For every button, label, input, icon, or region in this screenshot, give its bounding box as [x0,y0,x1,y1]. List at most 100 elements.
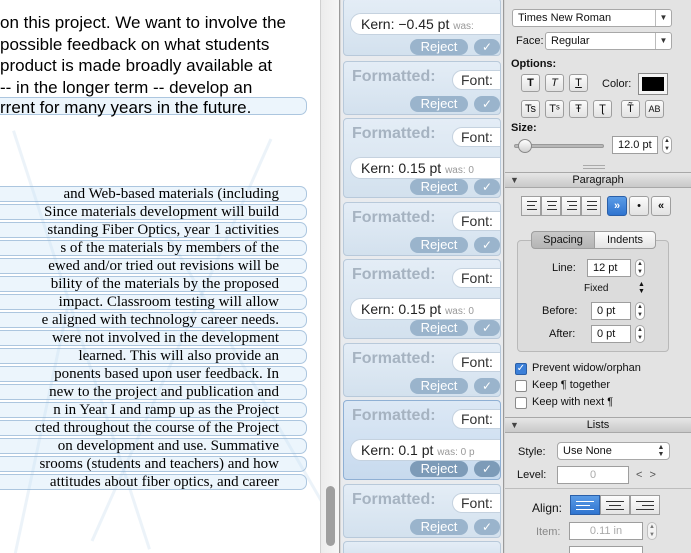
superscript-button[interactable]: Tˢ [545,100,564,118]
item-field[interactable]: 0.11 in [569,522,643,540]
list-align-right-button[interactable] [630,495,660,515]
before-field[interactable]: 0 pt [591,302,631,320]
paragraph-header-label: Paragraph [572,174,624,186]
keep-together-checkbox[interactable] [515,380,527,392]
italic-button[interactable]: T [545,74,564,92]
face-popup[interactable]: Regular ▼ [545,32,672,50]
changes-pane[interactable]: Kern: −0.45 pt was: Reject ✓ Formatted: … [341,0,504,553]
subscript-button[interactable]: Ts [521,100,540,118]
keep-together-label: Keep ¶ together [532,379,611,391]
reject-button[interactable]: Reject [410,320,468,336]
prevent-widow-checkbox[interactable]: ✓ [515,363,527,375]
change-block[interactable]: Kern: −0.45 pt was: Reject ✓ [343,0,501,56]
underline-button[interactable]: T [569,74,588,92]
align-right-button[interactable] [561,196,581,216]
align-center-button[interactable] [541,196,561,216]
color-swatch [642,77,664,91]
direction-natural-button[interactable]: • [629,196,649,216]
keep-with-next-checkbox[interactable] [515,397,527,409]
size-label: Size: [511,122,537,134]
item-stepper[interactable]: ▲ ▼ [647,522,657,540]
accept-button[interactable]: ✓ [474,378,500,394]
doc-line: ewed and/or tried out revisions will be [48,258,279,274]
next-field[interactable] [569,546,643,553]
font-family-popup[interactable]: Times New Roman ▼ [512,9,672,27]
change-block[interactable]: Formatted: Font: Kern: 0.15 pt was: 0 Re… [343,118,501,198]
before-label: Before: [542,305,578,317]
formatted-label: Formatted: [352,209,436,226]
doc-line: rrent for many years in the future. [0,98,252,117]
change-block[interactable]: Formatted: Font: Kern: 0.15 pt was: 0 Re… [343,259,501,339]
size-slider-knob[interactable] [518,139,532,153]
small-caps-button[interactable]: AB [645,100,664,118]
bold-button[interactable]: T [521,74,540,92]
size-field[interactable]: 12.0 pt [612,136,658,154]
list-style-popup[interactable]: Use None ▲ ▼ [557,442,670,460]
document-scrollbar[interactable] [320,0,339,553]
face-label: Face: [516,35,544,47]
doc-line: new to the project and publication and [49,384,279,400]
formatted-label: Formatted: [352,68,436,85]
change-block[interactable]: Formatted: Font: Reject ✓ [343,202,501,256]
formatted-label: Formatted: [352,491,436,508]
level-arrows[interactable]: < > [636,469,658,481]
popup-arrows-icon: ▲ ▼ [657,444,665,458]
change-block[interactable]: Formatted: Font: Reject ✓ [343,61,501,115]
size-stepper[interactable]: ▲ ▼ [662,136,672,154]
reject-button[interactable]: Reject [410,237,468,253]
reject-button[interactable]: Reject [410,461,468,477]
direction-ltr-button[interactable]: » [607,196,627,216]
shadow-button[interactable]: T̃ [621,100,640,118]
doc-line: -- in the longer term -- develop an [0,78,253,97]
reject-button[interactable]: Reject [410,96,468,112]
color-well[interactable] [638,73,668,95]
doc-line: possible feedback on what students [0,35,270,54]
after-field[interactable]: 0 pt [591,325,631,343]
accept-button[interactable]: ✓ [474,39,500,55]
reject-button[interactable]: Reject [410,179,468,195]
align-left-button[interactable] [521,196,541,216]
accept-button[interactable]: ✓ [474,461,500,477]
reject-button[interactable]: Reject [410,378,468,394]
change-block-selected[interactable]: Formatted: Font: Kern: 0.1 pt was: 0 p R… [343,400,501,480]
strikethrough-button[interactable]: Ŧ [569,100,588,118]
double-strike-button[interactable]: Ʈ [593,100,612,118]
accept-button[interactable]: ✓ [474,519,500,535]
accept-button[interactable]: ✓ [474,320,500,336]
before-stepper[interactable]: ▲ ▼ [635,302,645,320]
font-change-pill: Font: [452,70,500,90]
line-field[interactable]: 12 pt [587,259,631,277]
after-stepper[interactable]: ▲ ▼ [635,325,645,343]
align-justify-button[interactable] [581,196,601,216]
line-mode-popup[interactable]: Fixed [584,283,608,294]
doc-line: on this project. We want to involve the [0,13,287,32]
list-align-center-button[interactable] [600,495,630,515]
document-pane[interactable]: on this project. We want to involve the … [0,0,340,553]
disclosure-triangle-icon: ▼ [510,175,519,185]
doc-line: bility of the materials by the proposed [50,276,279,292]
lists-header-label: Lists [586,419,610,431]
line-stepper[interactable]: ▲ ▼ [635,259,645,277]
formatted-label: Formatted: [352,125,436,142]
accept-button[interactable]: ✓ [474,96,500,112]
kern-change-pill: Kern: 0.15 pt was: 0 [350,298,500,320]
tab-spacing[interactable]: Spacing [531,231,595,249]
accept-button[interactable]: ✓ [474,179,500,195]
reject-button[interactable]: Reject [410,39,468,55]
direction-rtl-button[interactable]: « [651,196,671,216]
document-scroll-thumb[interactable] [326,486,335,546]
list-align-left-button[interactable] [570,495,600,515]
tab-indents[interactable]: Indents [594,231,656,249]
lists-section-header[interactable]: ▼ Lists [505,417,691,433]
reject-button[interactable]: Reject [410,519,468,535]
accept-button[interactable]: ✓ [474,237,500,253]
change-block[interactable]: Formatted: Font: Reject ✓ [343,484,501,538]
prevent-widow-label: Prevent widow/orphan [532,362,641,374]
resize-grip[interactable] [583,165,605,169]
paragraph-section-header[interactable]: ▼ Paragraph [505,172,691,188]
after-label: After: [549,328,576,340]
change-block[interactable]: Formatted: Font: Reject ✓ [343,343,501,397]
kern-change-pill: Kern: −0.45 pt was: [350,13,500,35]
level-field[interactable]: 0 [557,466,629,484]
change-block[interactable] [343,541,501,553]
